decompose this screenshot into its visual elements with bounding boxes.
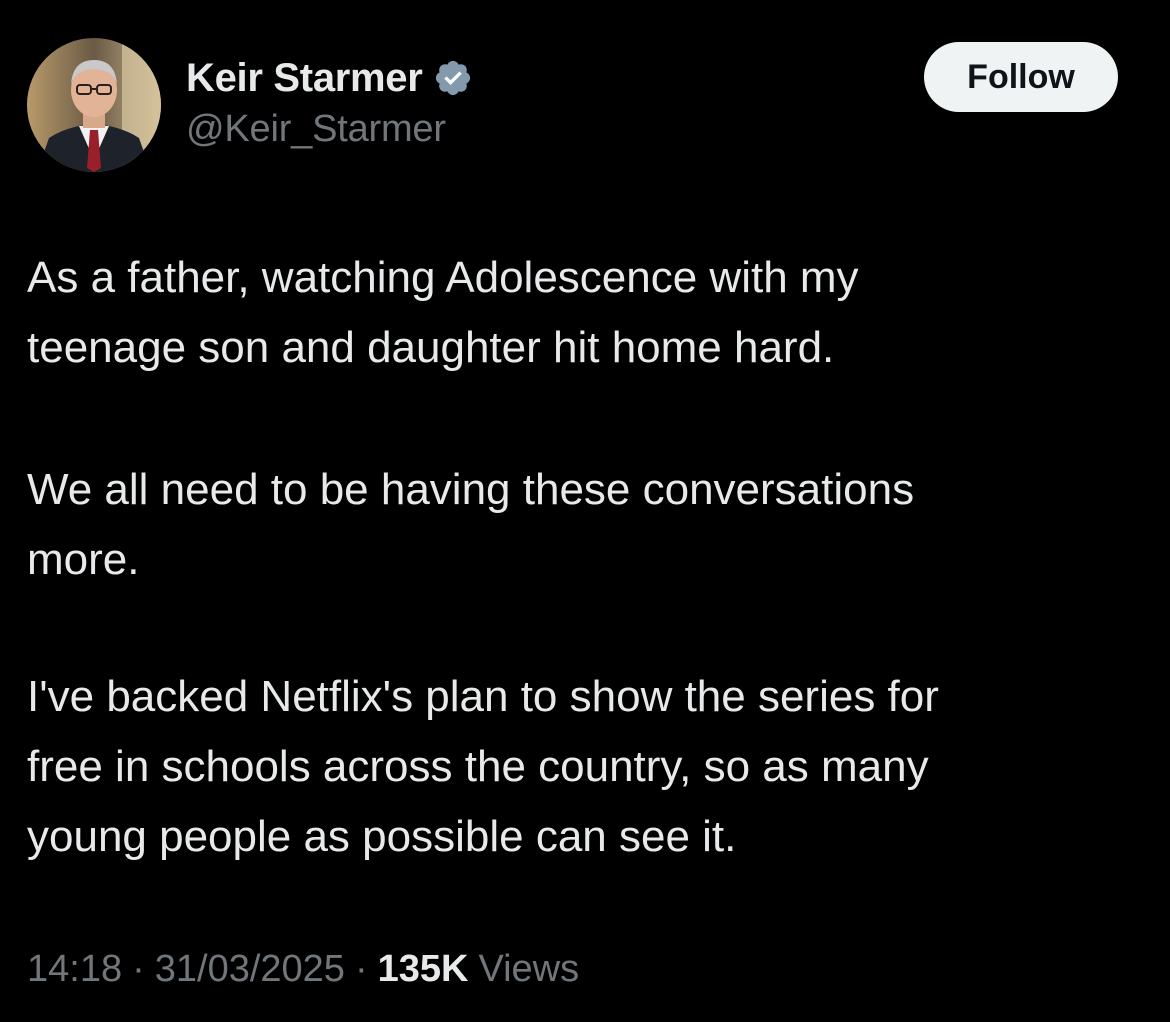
follow-button[interactable]: Follow xyxy=(924,42,1118,112)
views-count[interactable]: 135K xyxy=(378,948,469,991)
meta-separator: · xyxy=(132,948,145,990)
tweet-paragraph: As a father, watching Adolescence with m… xyxy=(27,243,1137,383)
views-label: Views xyxy=(478,948,580,990)
tweet-text-line: more. xyxy=(27,535,140,584)
verified-badge-icon[interactable] xyxy=(433,58,473,98)
tweet-paragraph: We all need to be having these conversat… xyxy=(27,455,1137,595)
avatar[interactable] xyxy=(27,38,161,172)
tweet-text-line: As a father, watching Adolescence with m… xyxy=(27,253,859,302)
profile-photo-icon xyxy=(27,38,161,172)
tweet-text-line: We all need to be having these conversat… xyxy=(27,465,915,514)
tweet-paragraph: I've backed Netflix's plan to show the s… xyxy=(27,662,1137,872)
author-name-row: Keir Starmer xyxy=(186,52,473,104)
tweet-meta: 14:18 · 31/03/2025 · 135K Views xyxy=(27,948,579,991)
tweet-card: Keir Starmer @Keir_Starmer Follow As a f… xyxy=(0,0,1170,1022)
tweet-text-line: teenage son and daughter hit home hard. xyxy=(27,323,835,372)
meta-separator: · xyxy=(354,948,368,990)
tweet-date[interactable]: 31/03/2025 xyxy=(155,948,345,991)
tweet-text-line: young people as possible can see it. xyxy=(27,812,737,861)
tweet-text-line: free in schools across the country, so a… xyxy=(27,742,929,791)
author-handle[interactable]: @Keir_Starmer xyxy=(186,108,446,151)
tweet-time[interactable]: 14:18 xyxy=(27,948,122,991)
author-display-name[interactable]: Keir Starmer xyxy=(186,56,423,101)
tweet-text-line: I've backed Netflix's plan to show the s… xyxy=(27,672,939,721)
